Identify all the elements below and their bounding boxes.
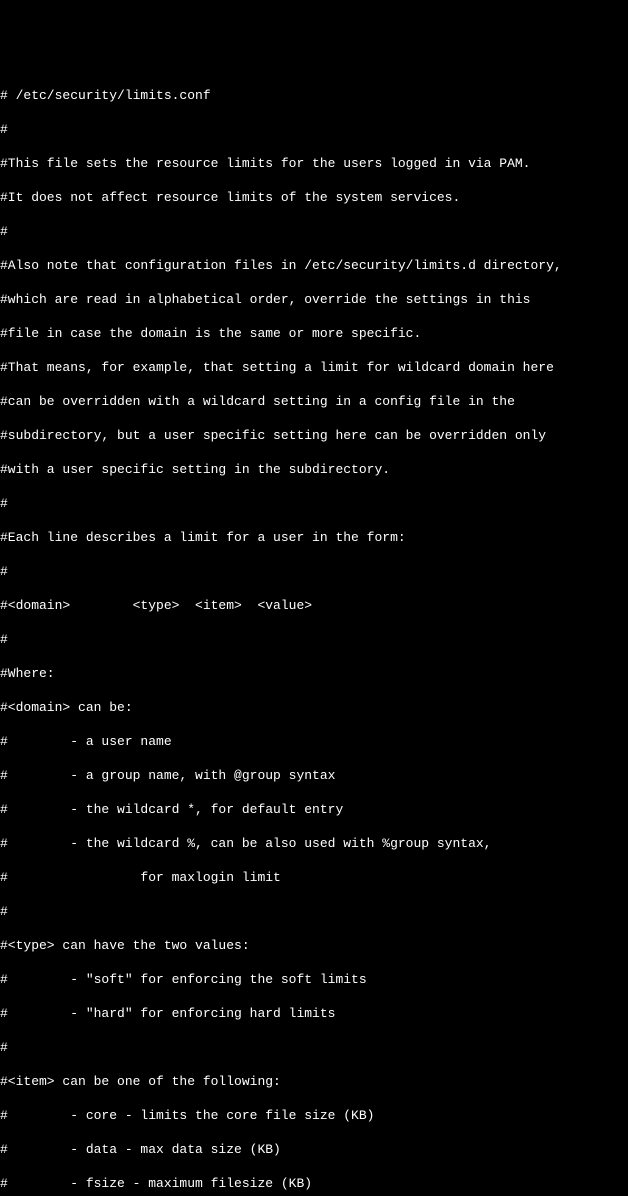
- file-line: # - "hard" for enforcing hard limits: [0, 1005, 628, 1022]
- file-line: # - fsize - maximum filesize (KB): [0, 1175, 628, 1192]
- file-line: # /etc/security/limits.conf: [0, 87, 628, 104]
- file-line: #: [0, 563, 628, 580]
- file-line: #<domain> <type> <item> <value>: [0, 597, 628, 614]
- file-line: #: [0, 495, 628, 512]
- file-line: # - the wildcard %, can be also used wit…: [0, 835, 628, 852]
- file-line: #subdirectory, but a user specific setti…: [0, 427, 628, 444]
- file-line: #Where:: [0, 665, 628, 682]
- file-line: # - a group name, with @group syntax: [0, 767, 628, 784]
- file-line: #This file sets the resource limits for …: [0, 155, 628, 172]
- terminal-output: # /etc/security/limits.conf # #This file…: [0, 70, 628, 666]
- file-line: # - "soft" for enforcing the soft limits: [0, 971, 628, 988]
- file-line: #: [0, 223, 628, 240]
- file-line: #file in case the domain is the same or …: [0, 325, 628, 342]
- file-line: #can be overridden with a wildcard setti…: [0, 393, 628, 410]
- file-line: #That means, for example, that setting a…: [0, 359, 628, 376]
- file-line: #with a user specific setting in the sub…: [0, 461, 628, 478]
- file-line: #which are read in alphabetical order, o…: [0, 291, 628, 308]
- file-line: #<domain> can be:: [0, 699, 628, 716]
- file-line: #<item> can be one of the following:: [0, 1073, 628, 1090]
- file-line: #: [0, 631, 628, 648]
- file-line: #<type> can have the two values:: [0, 937, 628, 954]
- file-line: #: [0, 1039, 628, 1056]
- file-line: # - data - max data size (KB): [0, 1141, 628, 1158]
- file-line: # - core - limits the core file size (KB…: [0, 1107, 628, 1124]
- file-line: # - the wildcard *, for default entry: [0, 801, 628, 818]
- file-line: #It does not affect resource limits of t…: [0, 189, 628, 206]
- file-line: #Also note that configuration files in /…: [0, 257, 628, 274]
- file-line: #: [0, 121, 628, 138]
- file-line: #: [0, 903, 628, 920]
- file-line: #Each line describes a limit for a user …: [0, 529, 628, 546]
- file-line: # - a user name: [0, 733, 628, 750]
- file-line: # for maxlogin limit: [0, 869, 628, 886]
